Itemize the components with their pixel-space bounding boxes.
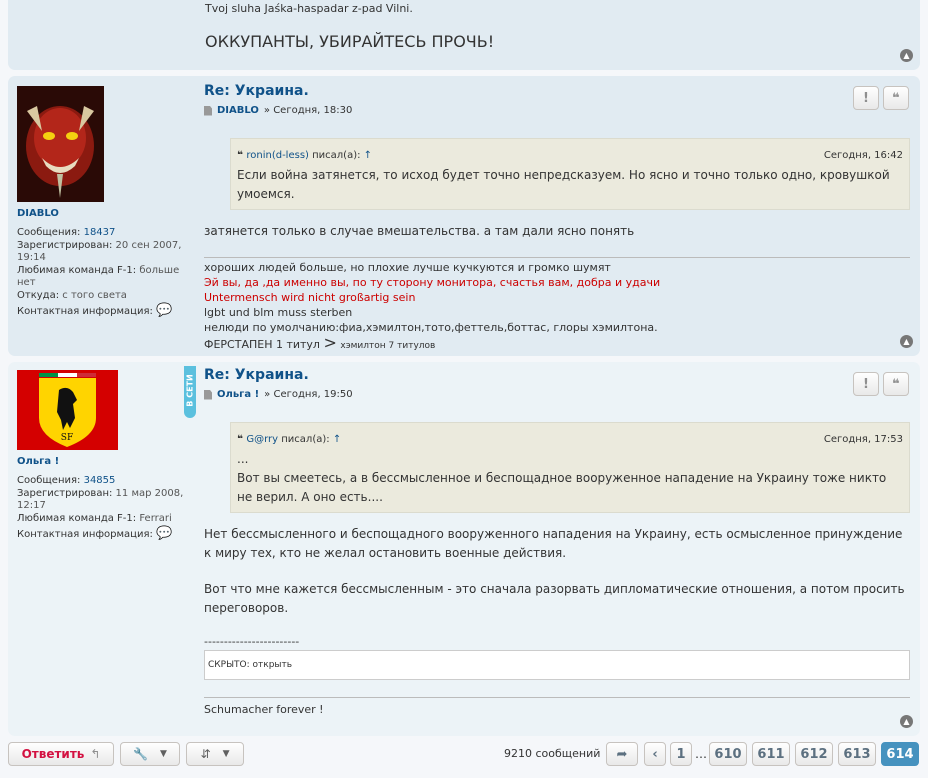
profile-panel: SF Ольга ! Сообщения: 34855 Зарегистриро…: [17, 370, 187, 542]
spoiler-toggle[interactable]: СКРЫТО: открыть: [204, 650, 910, 680]
action-bar: Ответить ↰ 🔧 ▼ ⇵ ▼ 9210 сообщений ➦ ‹ 1 …: [8, 742, 920, 766]
chevron-down-icon: ▼: [222, 749, 230, 759]
profile-messages: Сообщения: 18437: [17, 227, 116, 238]
profile-messages: Сообщения: 34855: [17, 475, 116, 486]
page-612[interactable]: 612: [795, 742, 833, 766]
quote-block: ❝ G@rry писал(а): ↑ Сегодня, 17:53 ... В…: [230, 422, 910, 513]
dashes-divider: ------------------------: [204, 635, 300, 648]
profile-panel: DIABLO Сообщения: 18437 Зарегистрирован:…: [17, 86, 187, 319]
prev-page-button[interactable]: ‹: [644, 742, 666, 766]
post-body: Re: Украина. Ольга ! » Сегодня, 19:50 ❝ …: [204, 367, 910, 717]
back-to-top-icon[interactable]: ▲: [900, 335, 913, 348]
page-610[interactable]: 610: [709, 742, 747, 766]
reply-arrow-icon: ↰: [90, 747, 101, 761]
post-meta: Ольга ! » Сегодня, 19:50: [204, 389, 910, 400]
signature: Schumacher forever !: [204, 697, 910, 717]
post-author[interactable]: DIABLO: [217, 105, 259, 116]
signature: хороших людей больше, но плохие лучше ку…: [204, 257, 910, 354]
profile-contact: Контактная информация: 💬: [17, 303, 173, 318]
quote-date: Сегодня, 16:42: [823, 150, 903, 161]
wrench-icon: 🔧: [133, 747, 149, 761]
chat-bubble-icon[interactable]: 💬: [156, 526, 172, 541]
post-date: » Сегодня, 19:50: [264, 389, 353, 400]
back-to-top-icon[interactable]: ▲: [900, 49, 913, 62]
post-meta: DIABLO » Сегодня, 18:30: [204, 105, 910, 116]
post-text: затянется только в случае вмешательства.…: [204, 224, 635, 238]
avatar[interactable]: [17, 86, 104, 202]
profile-from: Откуда: с того света: [17, 290, 127, 301]
tools-dropdown[interactable]: 🔧 ▼: [120, 742, 180, 766]
post-author[interactable]: Ольга !: [217, 389, 259, 400]
back-to-top-icon[interactable]: ▲: [900, 715, 913, 728]
quote-text: Если война затянется, то исход будет точ…: [237, 168, 890, 201]
post-count: 9210 сообщений: [504, 747, 601, 760]
profile-registered: Зарегистрирован: 20 сен 2007, 19:14: [17, 240, 182, 263]
post-diablo: DIABLO Сообщения: 18437 Зарегистрирован:…: [8, 76, 920, 356]
profile-team: Любимая команда F-1: больше нет: [17, 265, 180, 288]
profile-registered: Зарегистрирован: 11 мар 2008, 12:17: [17, 488, 184, 511]
post-body: Re: Украина. DIABLO » Сегодня, 18:30 ❝ r…: [204, 83, 910, 354]
reply-button[interactable]: Ответить ↰: [8, 742, 114, 766]
page-611[interactable]: 611: [752, 742, 790, 766]
avatar[interactable]: SF: [17, 370, 118, 450]
sort-dropdown[interactable]: ⇵ ▼: [186, 742, 244, 766]
chevron-down-icon: ▼: [160, 749, 167, 759]
post-olga: В СЕТИ SF Ольга ! Сообщения: 34855 Зарег…: [8, 362, 920, 736]
chevron-left-icon: ‹: [652, 746, 658, 762]
quote-author-link[interactable]: G@rry: [246, 434, 278, 445]
post-link-icon[interactable]: [204, 389, 212, 400]
quote-block: ❝ ronin(d-less) писал(а): ↑ Сегодня, 16:…: [230, 138, 910, 210]
page-1[interactable]: 1: [670, 742, 692, 766]
username[interactable]: Ольга !: [17, 456, 187, 467]
prev-sig-line: Tvoj sluha Jaśka-haspadar z-pad Vilni.: [205, 2, 413, 15]
profile-team: Любимая команда F-1: Ferrari: [17, 513, 172, 524]
jump-to-page-button[interactable]: ➦: [606, 742, 638, 766]
post-paragraph: Вот что мне кажется бессмысленным - это …: [204, 582, 905, 615]
pagination-ellipsis: …: [695, 747, 707, 761]
page-613[interactable]: 613: [838, 742, 876, 766]
messages-count-link[interactable]: 18437: [84, 227, 116, 238]
post-link-icon[interactable]: [204, 105, 212, 116]
quote-source-arrow[interactable]: ↑: [364, 150, 372, 161]
post-date: » Сегодня, 18:30: [263, 105, 353, 116]
post-title[interactable]: Re: Украина.: [204, 83, 910, 99]
prev-shout-line: ОККУПАНТЫ, УБИРАЙТЕСЬ ПРОЧЬ!: [205, 32, 495, 51]
page-614-current[interactable]: 614: [881, 742, 919, 766]
previous-post: Tvoj sluha Jaśka-haspadar z-pad Vilni. О…: [8, 0, 920, 70]
chat-bubble-icon[interactable]: 💬: [156, 303, 172, 318]
username[interactable]: DIABLO: [17, 208, 187, 219]
quote-source-arrow[interactable]: ↑: [333, 434, 341, 445]
quote-text: Вот вы смеетесь, а в бессмысленное и бес…: [237, 471, 887, 504]
share-arrow-icon: ➦: [616, 746, 628, 762]
quote-header: ❝ ronin(d-less) писал(а): ↑ Сегодня, 16:…: [237, 146, 903, 165]
sort-icon: ⇵: [200, 747, 211, 761]
quote-date: Сегодня, 17:53: [823, 434, 903, 445]
svg-text:SF: SF: [61, 433, 73, 443]
messages-count-link[interactable]: 34855: [84, 475, 116, 486]
post-paragraph: Нет бессмысленного и беспощадного вооруж…: [204, 527, 903, 560]
post-title[interactable]: Re: Украина.: [204, 367, 910, 383]
profile-contact: Контактная информация: 💬: [17, 526, 173, 541]
quote-author-link[interactable]: ronin(d-less): [246, 150, 309, 161]
quote-header: ❝ G@rry писал(а): ↑ Сегодня, 17:53: [237, 430, 903, 449]
